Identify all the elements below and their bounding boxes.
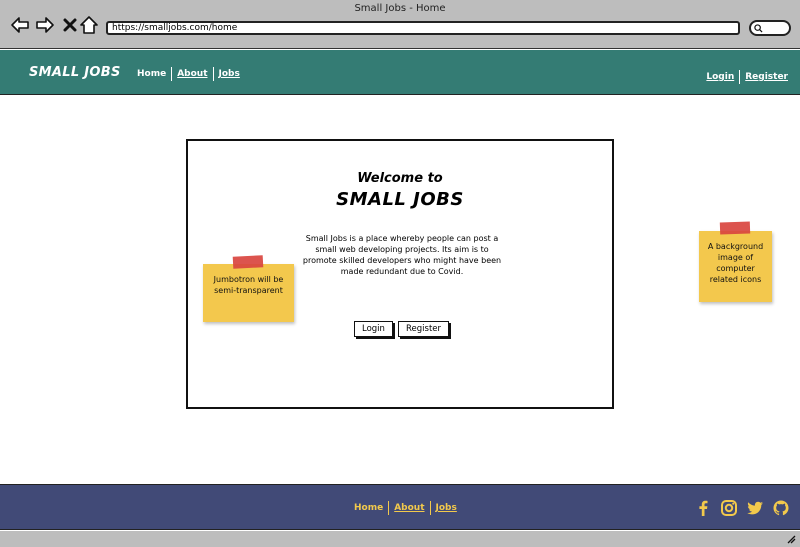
intro-text: Small Jobs is a place whereby people can… xyxy=(302,234,502,276)
auth-nav: Login Register xyxy=(706,70,788,84)
footer-nav-about[interactable]: About xyxy=(394,503,424,513)
nav-divider xyxy=(171,67,173,81)
site-footer: Home About Jobs xyxy=(0,484,800,530)
nav-divider xyxy=(212,67,214,81)
site-header: SMALL JOBS Home About Jobs Login Registe… xyxy=(0,50,800,95)
twitter-icon[interactable] xyxy=(746,499,764,517)
nav-divider xyxy=(429,501,431,515)
footer-nav-jobs[interactable]: Jobs xyxy=(436,503,457,513)
sticky-note-text: Jumbotron will be semi-transparent xyxy=(213,275,284,295)
facebook-icon[interactable] xyxy=(694,499,712,517)
register-button[interactable]: Register xyxy=(398,321,449,337)
close-icon[interactable] xyxy=(60,14,80,36)
header-register-link[interactable]: Register xyxy=(745,72,788,82)
browser-chrome: Small Jobs - Home https://smalljobs.com/… xyxy=(0,0,800,49)
sticky-note-jumbotron: Jumbotron will be semi-transparent xyxy=(203,255,294,322)
tape-decoration xyxy=(719,221,751,235)
forward-arrow-icon[interactable] xyxy=(35,14,55,36)
nav-home[interactable]: Home xyxy=(137,69,166,79)
search-icon xyxy=(754,24,763,33)
main-content: Welcome to SMALL JOBS Small Jobs is a pl… xyxy=(0,96,800,484)
social-links xyxy=(694,499,790,517)
welcome-heading: Welcome to xyxy=(357,171,443,186)
instagram-icon[interactable] xyxy=(720,499,738,517)
nav-divider xyxy=(388,501,390,515)
url-bar[interactable]: https://smalljobs.com/home xyxy=(106,21,740,35)
sticky-note-background: A background image of computer related i… xyxy=(699,221,772,302)
brand-logo[interactable]: SMALL JOBS xyxy=(29,65,121,80)
window-title: Small Jobs - Home xyxy=(354,3,446,14)
nav-about[interactable]: About xyxy=(177,69,207,79)
login-button[interactable]: Login xyxy=(354,321,393,337)
sticky-note-text: A background image of computer related i… xyxy=(707,242,764,284)
browser-search-field[interactable] xyxy=(749,20,791,36)
nav-divider xyxy=(739,70,741,84)
footer-nav: Home About Jobs xyxy=(354,501,457,515)
home-icon[interactable] xyxy=(79,14,99,36)
header-login-link[interactable]: Login xyxy=(706,72,734,82)
jumbotron-title: SMALL JOBS xyxy=(336,189,464,210)
footer-nav-home[interactable]: Home xyxy=(354,503,383,513)
tape-decoration xyxy=(232,255,264,269)
nav-jobs[interactable]: Jobs xyxy=(219,69,240,79)
resize-handle-icon[interactable] xyxy=(786,534,796,544)
github-icon[interactable] xyxy=(772,499,790,517)
browser-statusbar xyxy=(0,531,800,547)
back-arrow-icon[interactable] xyxy=(10,14,30,36)
main-nav: Home About Jobs xyxy=(137,67,240,81)
